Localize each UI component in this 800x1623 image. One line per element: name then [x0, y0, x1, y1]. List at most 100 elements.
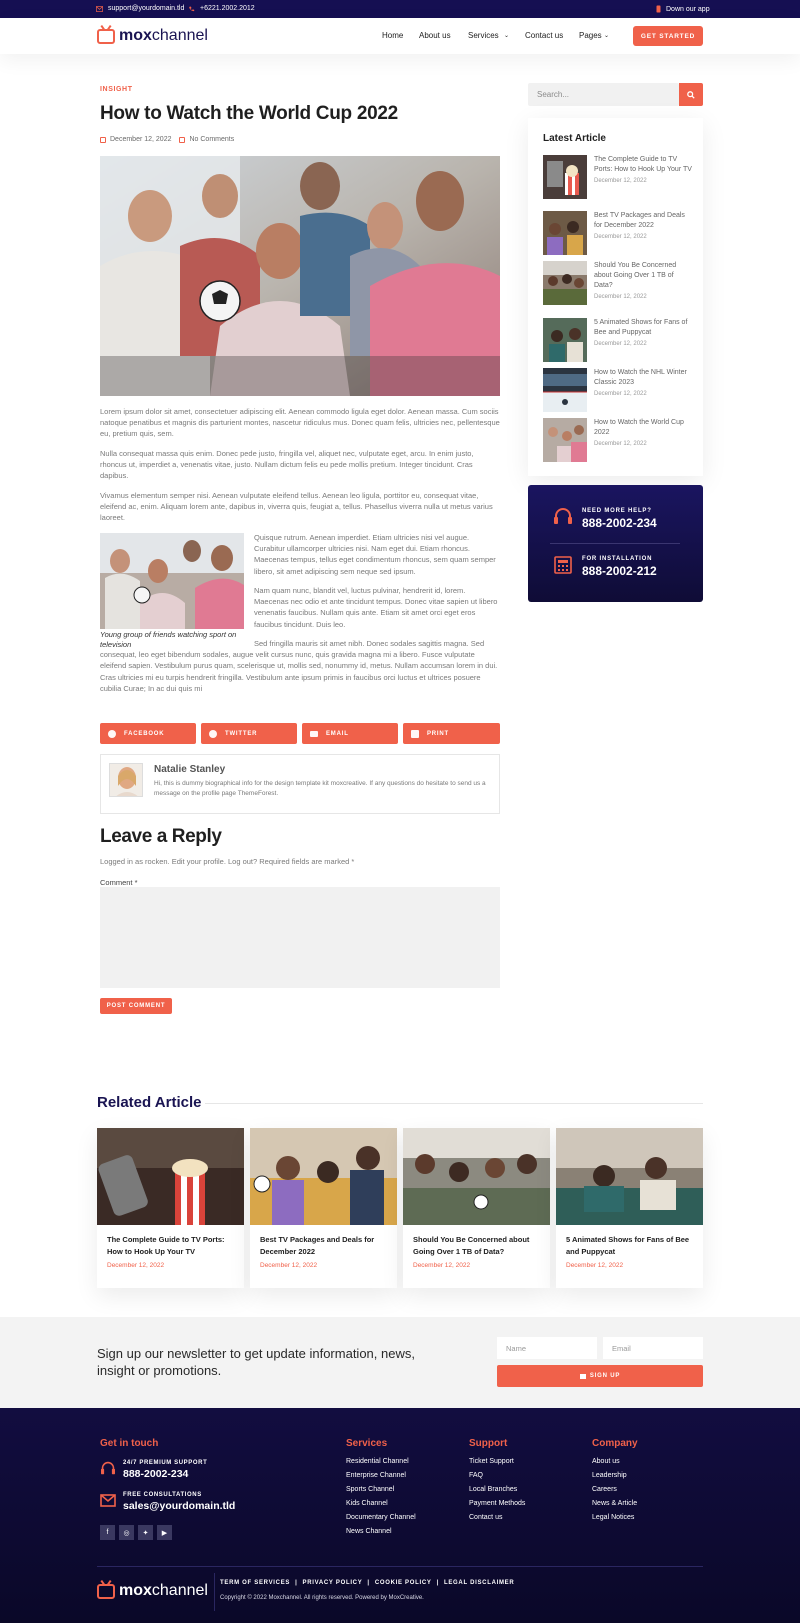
- facebook-icon: [108, 729, 116, 738]
- nav-contact[interactable]: Contact us: [525, 31, 563, 40]
- related-title: Related Article: [97, 1094, 202, 1111]
- topbar-phone[interactable]: +6221.2002.2012: [188, 5, 255, 12]
- footer-column-title: Services: [346, 1438, 388, 1449]
- footer-link[interactable]: Careers: [592, 1483, 638, 1497]
- footer-link[interactable]: Sports Channel: [346, 1483, 416, 1497]
- footer-company-column: Company About us Leadership Careers News…: [592, 1438, 638, 1525]
- latest-item[interactable]: Should You Be Concerned about Going Over…: [543, 261, 693, 305]
- nav-pages[interactable]: Pages: [579, 31, 602, 40]
- latest-item-title: Best TV Packages and Deals for December …: [594, 212, 685, 229]
- chevron-down-icon: ⌄: [504, 33, 510, 39]
- latest-item-date: December 12, 2022: [594, 294, 647, 300]
- nav-services[interactable]: Services: [468, 31, 499, 40]
- comment-textarea[interactable]: [100, 887, 500, 988]
- latest-thumb: [543, 155, 587, 199]
- related-card[interactable]: Best TV Packages and Deals for December …: [250, 1128, 397, 1288]
- newsletter-section: Sign up our newsletter to get update inf…: [0, 1317, 800, 1408]
- footer-link[interactable]: Legal Notices: [592, 1511, 638, 1525]
- topbar-email[interactable]: support@yourdomain.tld: [96, 5, 184, 12]
- phone-icon: [189, 6, 195, 11]
- search-input[interactable]: Search...: [528, 83, 679, 106]
- related-card[interactable]: The Complete Guide to TV Ports: How to H…: [97, 1128, 244, 1288]
- legal-link[interactable]: COOKIE POLICY: [375, 1580, 432, 1586]
- footer-link[interactable]: Contact us: [469, 1511, 525, 1525]
- related-card-title: The Complete Guide to TV Ports: How to H…: [107, 1235, 225, 1256]
- nav-home[interactable]: Home: [382, 31, 403, 40]
- youtube-icon[interactable]: ▶: [157, 1525, 172, 1540]
- related-card[interactable]: 5 Animated Shows for Fans of Bee and Pup…: [556, 1128, 703, 1288]
- share-facebook-button[interactable]: FACEBOOK: [100, 723, 196, 744]
- help-phone-number[interactable]: 888-2002-212: [582, 564, 657, 578]
- get-started-button[interactable]: GET STARTED: [633, 26, 703, 46]
- headset-icon: [101, 1461, 115, 1475]
- signup-button[interactable]: SIGN UP: [497, 1365, 703, 1387]
- comment-label: Comment *: [100, 878, 138, 887]
- author-name[interactable]: Natalie Stanley: [154, 764, 225, 775]
- footer-link[interactable]: FAQ: [469, 1469, 525, 1483]
- latest-item[interactable]: 5 Animated Shows for Fans of Bee and Pup…: [543, 318, 693, 362]
- latest-item-date: December 12, 2022: [594, 341, 647, 347]
- legal-link[interactable]: PRIVACY POLICY: [303, 1580, 363, 1586]
- support-number[interactable]: 888-2002-234: [123, 1468, 207, 1480]
- legal-link[interactable]: LEGAL DISCLAIMER: [444, 1580, 514, 1586]
- search-button[interactable]: [679, 83, 703, 106]
- footer-logo[interactable]: moxchannel: [97, 1582, 208, 1600]
- footer-link[interactable]: Leadership: [592, 1469, 638, 1483]
- footer-link[interactable]: Kids Channel: [346, 1497, 416, 1511]
- article-paragraph: Sed fringilla mauris sit amet nibh. Done…: [100, 639, 498, 693]
- nav-about[interactable]: About us: [419, 31, 451, 40]
- article-comments[interactable]: No Comments: [189, 136, 234, 143]
- footer-link[interactable]: Enterprise Channel: [346, 1469, 416, 1483]
- article-category[interactable]: INSIGHT: [100, 86, 133, 93]
- share-twitter-button[interactable]: TWITTER: [201, 723, 297, 744]
- footer-link[interactable]: News & Article: [592, 1497, 638, 1511]
- logo[interactable]: moxchannel: [97, 27, 208, 45]
- latest-item[interactable]: How to Watch the NHL Winter Classic 2023…: [543, 368, 693, 412]
- related-card[interactable]: Should You Be Concerned about Going Over…: [403, 1128, 550, 1288]
- post-comment-button[interactable]: POST COMMENT: [100, 998, 172, 1014]
- twitter-icon: [209, 729, 217, 738]
- top-bar: support@yourdomain.tld +6221.2002.2012 D…: [0, 0, 800, 18]
- latest-item[interactable]: How to Watch the World Cup 2022 December …: [543, 418, 693, 462]
- latest-article-widget: Latest Article The Complete Guide to TV …: [528, 118, 703, 476]
- related-card-date: December 12, 2022: [566, 1262, 624, 1269]
- latest-thumb: [543, 211, 587, 255]
- footer-link[interactable]: Payment Methods: [469, 1497, 525, 1511]
- tv-logo-icon: [97, 1583, 115, 1599]
- divider: [550, 543, 680, 544]
- logo-bold-text: mox: [119, 1582, 152, 1599]
- footer-link[interactable]: Residential Channel: [346, 1455, 416, 1469]
- avatar: [109, 763, 143, 797]
- legal-links: TERM OF SERVICES | PRIVACY POLICY | COOKIE…: [220, 1580, 515, 1586]
- latest-item[interactable]: The Complete Guide to TV Ports: How to H…: [543, 155, 693, 199]
- footer-link[interactable]: About us: [592, 1455, 638, 1469]
- logo-text: channel: [151, 27, 208, 44]
- topbar-app-link[interactable]: Down our app: [656, 5, 710, 13]
- logo-bold-text: mox: [119, 27, 152, 44]
- footer-column-title: Company: [592, 1438, 638, 1449]
- consult-email[interactable]: sales@yourdomain.tld: [123, 1500, 235, 1512]
- share-print-button[interactable]: PRINT: [403, 723, 500, 744]
- tv-logo-icon: [97, 28, 115, 44]
- footer-services-column: Services Residential Channel Enterprise …: [346, 1438, 416, 1539]
- help-phone-number[interactable]: 888-2002-234: [582, 516, 657, 530]
- footer-link[interactable]: Ticket Support: [469, 1455, 525, 1469]
- footer-link[interactable]: Documentary Channel: [346, 1511, 416, 1525]
- social-links: f ◎ ✦ ▶: [100, 1525, 172, 1540]
- newsletter-email-field[interactable]: Email: [603, 1337, 703, 1359]
- footer-support-column: Support Ticket Support FAQ Local Branche…: [469, 1438, 525, 1525]
- share-email-button[interactable]: EMAIL: [302, 723, 398, 744]
- footer-link[interactable]: News Channel: [346, 1525, 416, 1539]
- facebook-icon[interactable]: f: [100, 1525, 115, 1540]
- article-date: December 12, 2022: [110, 136, 172, 143]
- instagram-icon[interactable]: ◎: [119, 1525, 134, 1540]
- legal-link[interactable]: TERM OF SERVICES: [220, 1580, 290, 1586]
- twitter-icon[interactable]: ✦: [138, 1525, 153, 1540]
- latest-item[interactable]: Best TV Packages and Deals for December …: [543, 211, 693, 255]
- latest-item-date: December 12, 2022: [594, 178, 647, 184]
- newsletter-name-field[interactable]: Name: [497, 1337, 597, 1359]
- footer-link[interactable]: Local Branches: [469, 1483, 525, 1497]
- related-card-date: December 12, 2022: [260, 1262, 318, 1269]
- latest-item-title: How to Watch the NHL Winter Classic 2023: [594, 369, 687, 386]
- article-paragraph: Quisque rutrum. Aenean imperdiet. Etiam …: [254, 533, 496, 576]
